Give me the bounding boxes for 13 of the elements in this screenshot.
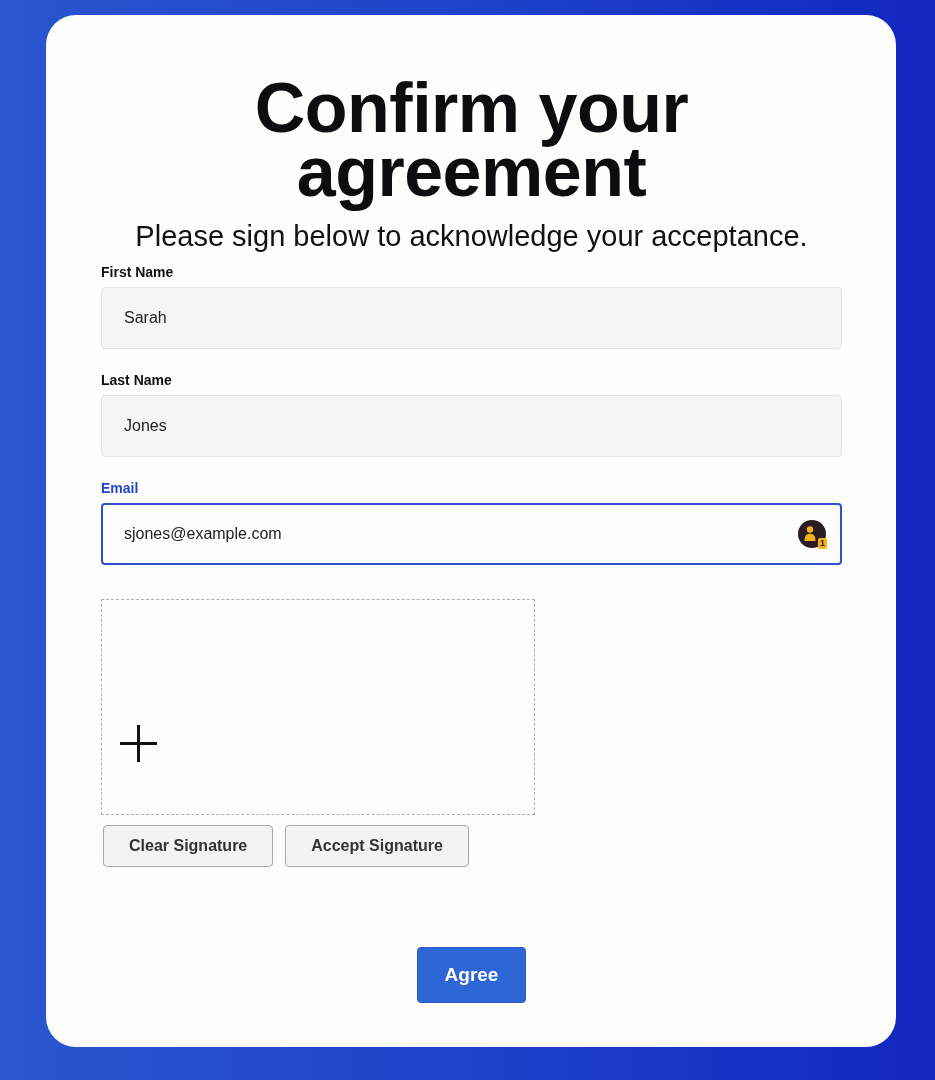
signature-button[interactable]: Accept Signature	[285, 825, 469, 867]
text-field[interactable]: Sarah	[101, 287, 842, 349]
subtitle-text: Please sign below to acknowledge your acceptance.	[134, 219, 809, 253]
count-badge: 1	[818, 538, 827, 549]
user-icon[interactable]	[798, 520, 826, 548]
field-label: Email	[101, 479, 140, 498]
field-label: First Name	[101, 263, 175, 282]
agree-button[interactable]: Agree	[416, 947, 527, 1003]
field-label: Last Name	[101, 371, 173, 390]
text-field[interactable]: Jones	[101, 395, 842, 457]
crosshair-cursor-icon	[120, 725, 157, 762]
signature-button[interactable]: Clear Signature	[103, 825, 274, 867]
page-title: Confirm your agreement	[253, 70, 690, 212]
